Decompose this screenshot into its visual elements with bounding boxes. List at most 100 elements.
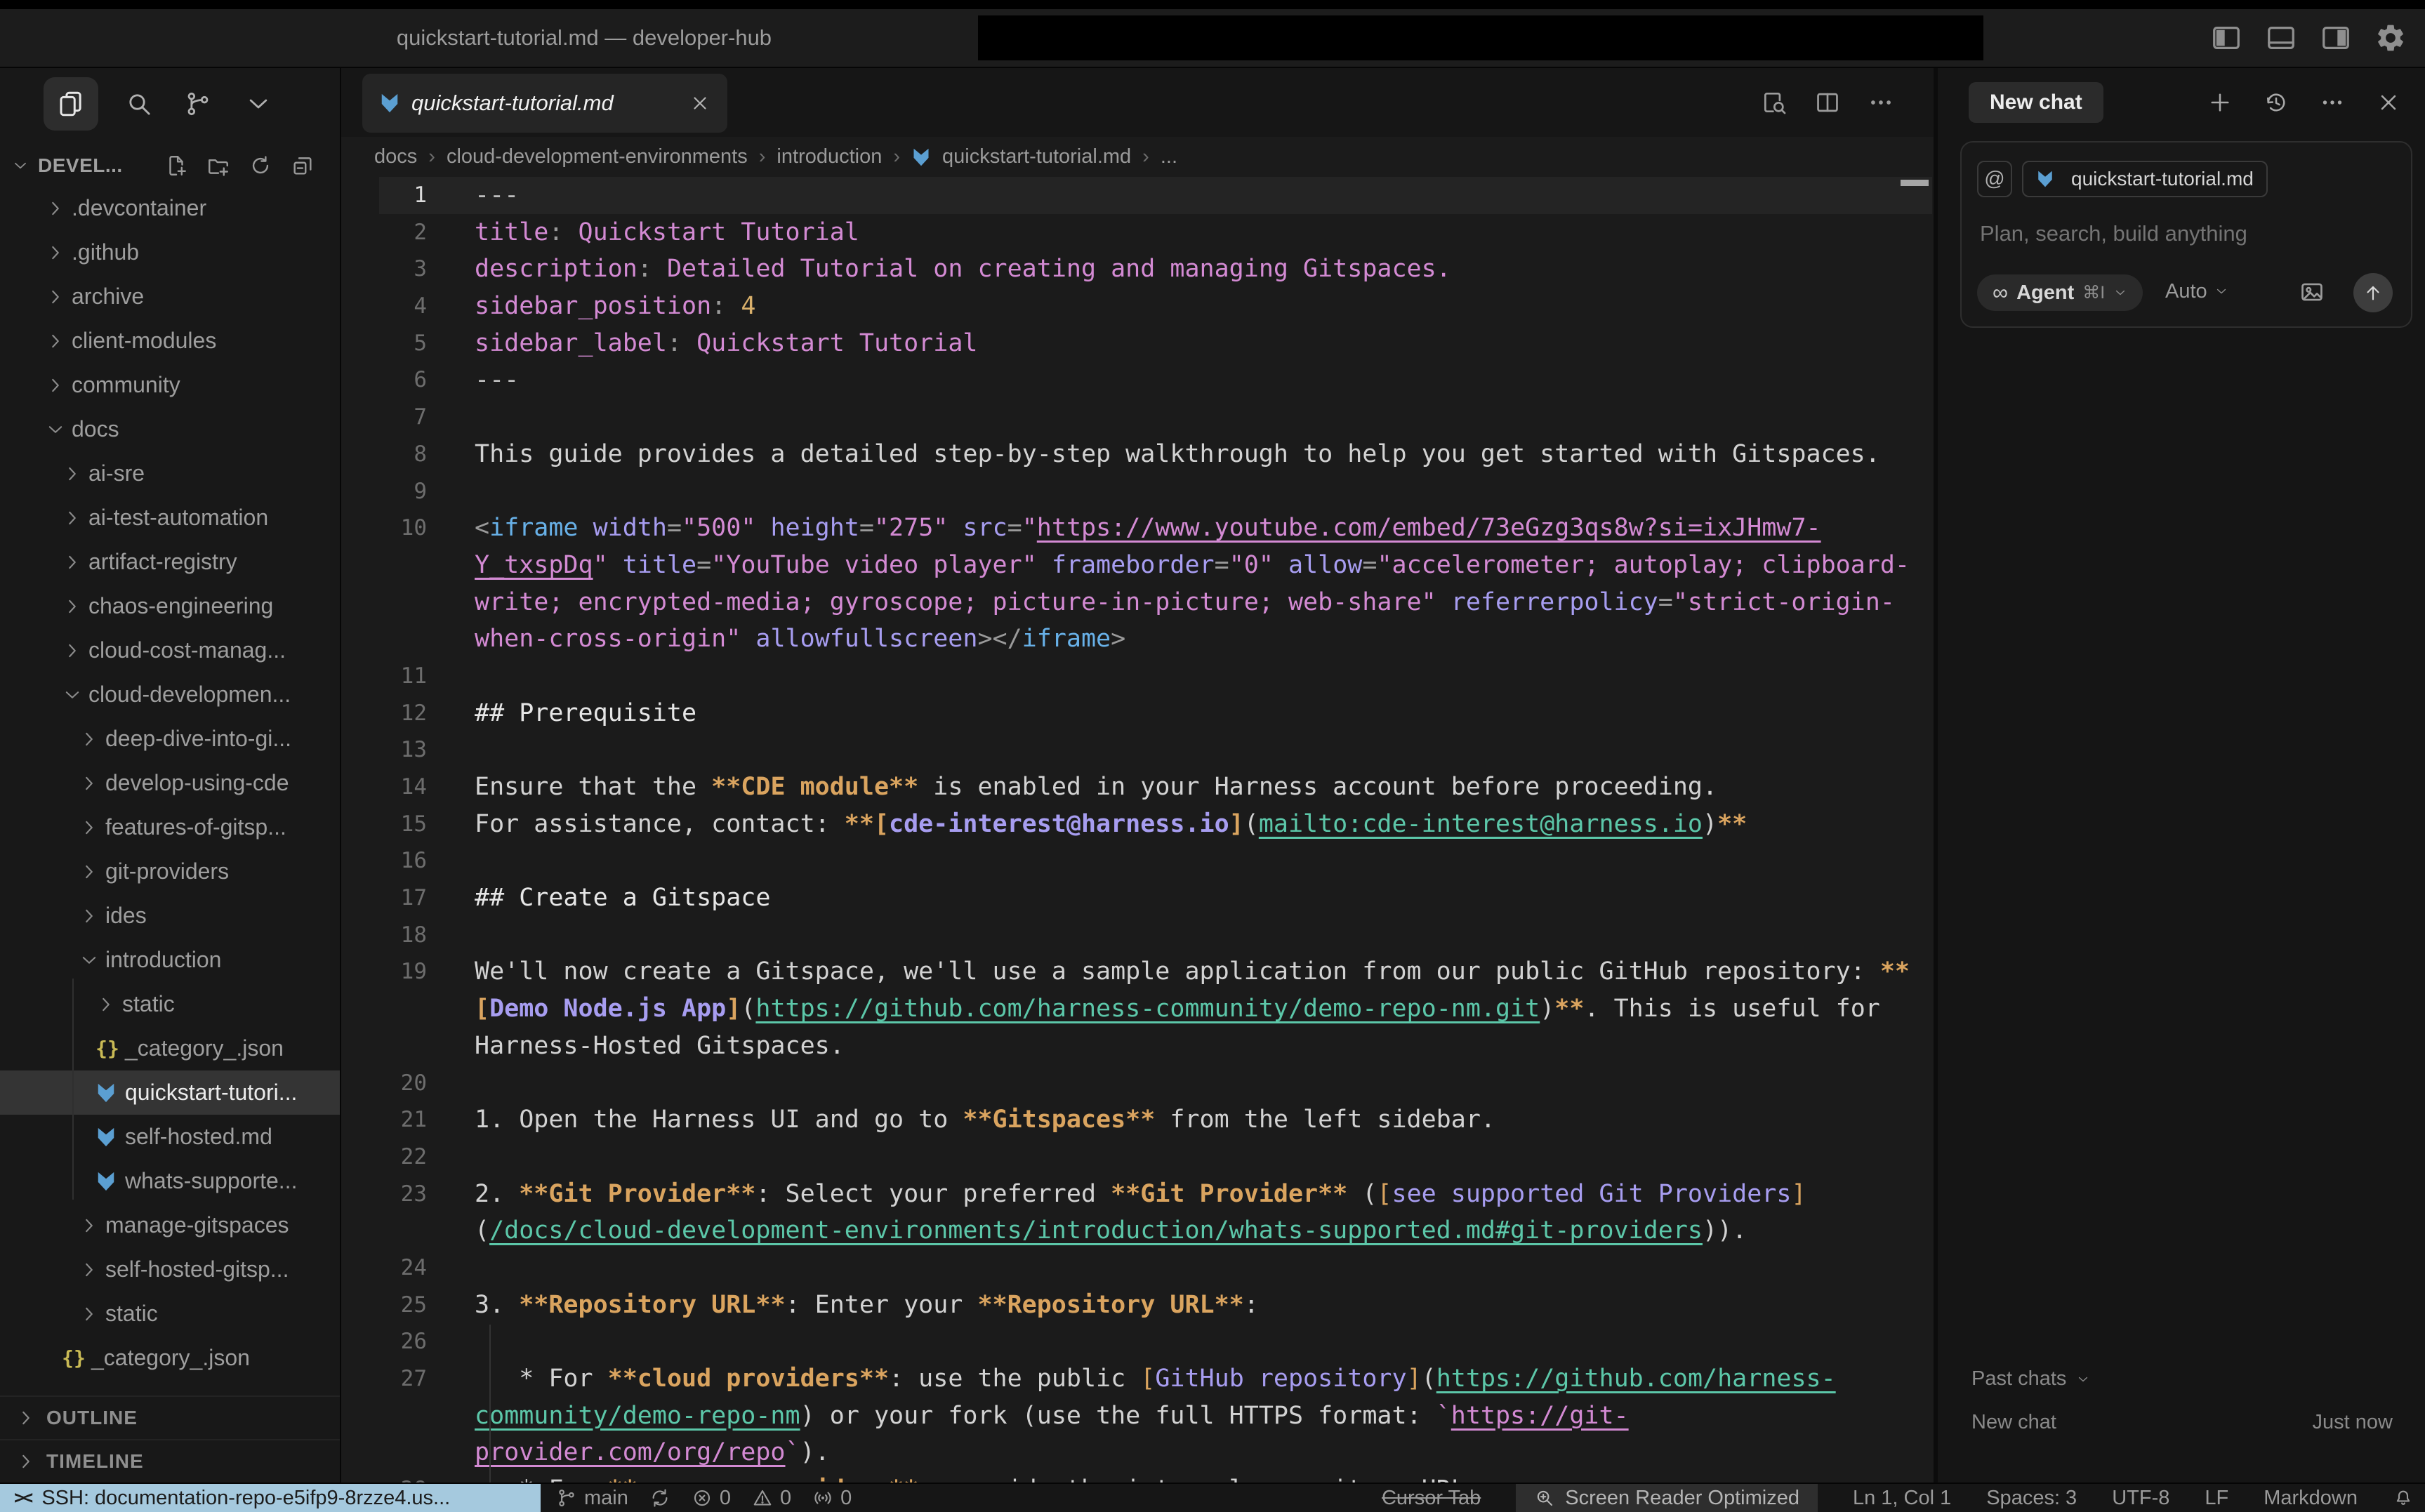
status-item-0[interactable]: 0 <box>752 1487 791 1510</box>
timeline-section[interactable]: TIMELINE <box>0 1439 340 1483</box>
breadcrumb-item[interactable]: cloud-development-environments <box>447 145 748 168</box>
code-line[interactable]: 6--- <box>341 362 1934 399</box>
tree-item-whats-supporte-[interactable]: whats-supporte... <box>0 1159 340 1203</box>
status-item-spaces-3[interactable]: Spaces: 3 <box>1986 1487 2077 1510</box>
more-actions-icon[interactable] <box>1868 89 1894 116</box>
code-line[interactable]: 8This guide provides a detailed step-by-… <box>341 436 1934 473</box>
tree-item-archive[interactable]: archive <box>0 274 340 319</box>
breadcrumb-item[interactable]: introduction <box>777 145 882 168</box>
tree-item-self-hosted-md[interactable]: self-hosted.md <box>0 1115 340 1159</box>
split-editor-icon[interactable] <box>1814 89 1841 116</box>
tree-item--category-json[interactable]: {}_category_.json <box>0 1336 340 1380</box>
send-button[interactable] <box>2353 273 2393 312</box>
breadcrumb-item[interactable]: ... <box>1161 145 1177 168</box>
status-item-ln-1-col-1[interactable]: Ln 1, Col 1 <box>1853 1487 1951 1510</box>
tree-item--category-json[interactable]: {}_category_.json <box>0 1026 340 1070</box>
code-line[interactable]: 11 <box>341 658 1934 695</box>
breadcrumb-item[interactable]: docs <box>374 145 417 168</box>
status-item-screen-reader-optimized[interactable]: Screen Reader Optimized <box>1516 1484 1818 1512</box>
code-line[interactable]: 12## Prerequisite <box>341 695 1934 732</box>
tree-item--github[interactable]: .github <box>0 230 340 274</box>
close-icon[interactable] <box>689 93 711 114</box>
tree-item-chaos-engineering[interactable]: chaos-engineering <box>0 584 340 628</box>
outline-section[interactable]: OUTLINE <box>0 1395 340 1439</box>
find-in-editor-icon[interactable] <box>1761 89 1788 116</box>
tree-item-static[interactable]: static <box>0 982 340 1026</box>
tree-item-client-modules[interactable]: client-modules <box>0 319 340 363</box>
tree-item-static[interactable]: static <box>0 1292 340 1336</box>
tree-item-ai-test-automation[interactable]: ai-test-automation <box>0 496 340 540</box>
code-line[interactable]: 211. Open the Harness UI and go to **Git… <box>341 1101 1934 1139</box>
status-item-sync[interactable] <box>649 1487 670 1508</box>
chat-history-item[interactable]: New chat Just now <box>1971 1411 2393 1434</box>
code-line[interactable]: Harness-Hosted Gitspaces. <box>341 1028 1934 1065</box>
new-file-icon[interactable] <box>164 154 188 178</box>
code-line[interactable]: community/demo-repo-nm) or your fork (us… <box>341 1398 1934 1435</box>
more-icon[interactable] <box>2320 90 2345 115</box>
tree-item-community[interactable]: community <box>0 363 340 407</box>
status-item-0[interactable]: 0 <box>812 1487 852 1510</box>
editor[interactable]: 1---2title: Quickstart Tutorial3descript… <box>341 177 1934 1483</box>
code-line[interactable]: 18 <box>341 917 1934 954</box>
tree-item-features-of-gitsp-[interactable]: features-of-gitsp... <box>0 805 340 849</box>
toggle-panel-icon[interactable] <box>2265 22 2297 54</box>
code-line[interactable]: provider.com/org/repo`). <box>341 1434 1934 1471</box>
model-selector[interactable]: Auto <box>2165 277 2228 305</box>
code-line[interactable]: 3description: Detailed Tutorial on creat… <box>341 251 1934 288</box>
history-icon[interactable] <box>2264 90 2289 115</box>
code-line[interactable]: 22 <box>341 1139 1934 1176</box>
tree-item-ai-sre[interactable]: ai-sre <box>0 451 340 496</box>
source-control-icon[interactable] <box>184 90 212 118</box>
code-line[interactable]: write; encrypted-media; gyroscope; pictu… <box>341 584 1934 621</box>
activity-explorer-button[interactable] <box>44 77 98 131</box>
attach-image-icon[interactable] <box>2299 279 2325 305</box>
tree-item--devcontainer[interactable]: .devcontainer <box>0 186 340 230</box>
code-line[interactable]: 13 <box>341 731 1934 769</box>
code-line[interactable]: 5sidebar_label: Quickstart Tutorial <box>341 325 1934 362</box>
code-line[interactable]: [Demo Node.js App](https://github.com/ha… <box>341 990 1934 1028</box>
scrollbar-thumb[interactable] <box>1901 180 1929 186</box>
code-line[interactable]: 15For assistance, contact: **[cde-intere… <box>341 806 1934 843</box>
tree-item-git-providers[interactable]: git-providers <box>0 849 340 894</box>
tree-item-quickstart-tutori-[interactable]: quickstart-tutori... <box>0 1070 340 1115</box>
status-item-lf[interactable]: LF <box>2205 1487 2228 1510</box>
status-item-main[interactable]: main <box>556 1487 628 1510</box>
tree-item-ides[interactable]: ides <box>0 894 340 938</box>
tree-item-docs[interactable]: docs <box>0 407 340 451</box>
status-item-bell[interactable] <box>2393 1487 2414 1508</box>
code-line[interactable]: 28 * For **on-prem providers**: provide … <box>341 1471 1934 1483</box>
code-line[interactable]: 24 <box>341 1249 1934 1287</box>
toggle-secondary-sidebar-icon[interactable] <box>2320 22 2352 54</box>
breadcrumb-item[interactable]: quickstart-tutorial.md <box>942 145 1131 168</box>
code-line[interactable]: (/docs/cloud-development-environments/in… <box>341 1212 1934 1249</box>
gear-icon[interactable] <box>2374 22 2407 54</box>
chat-tab[interactable]: New chat <box>1969 82 2103 123</box>
code-line[interactable]: 1--- <box>341 177 1934 214</box>
more-views-icon[interactable] <box>244 90 272 118</box>
remote-indicator[interactable]: >< SSH: documentation-repo-e5ifp9-8rzze4… <box>0 1484 541 1512</box>
tree-item-cloud-developmen-[interactable]: cloud-developmen... <box>0 672 340 717</box>
chat-input-card[interactable]: @ quickstart-tutorial.md Plan, search, b… <box>1960 141 2412 328</box>
code-line[interactable]: 232. **Git Provider**: Select your prefe… <box>341 1176 1934 1213</box>
tree-item-introduction[interactable]: introduction <box>0 938 340 982</box>
tree-item-manage-gitspaces[interactable]: manage-gitspaces <box>0 1203 340 1247</box>
tab-quickstart-tutorial[interactable]: quickstart-tutorial.md <box>362 74 727 133</box>
code-line[interactable]: Y_txspDq" title="YouTube video player" f… <box>341 547 1934 584</box>
status-item-cursor-tab[interactable]: Cursor Tab <box>1382 1487 1481 1510</box>
code-line[interactable]: 253. **Repository URL**: Enter your **Re… <box>341 1287 1934 1324</box>
code-line[interactable]: 14Ensure that the **CDE module** is enab… <box>341 769 1934 806</box>
add-context-button[interactable]: @ <box>1977 161 2012 197</box>
code-line[interactable]: 20 <box>341 1065 1934 1102</box>
tree-item-cloud-cost-manag-[interactable]: cloud-cost-manag... <box>0 628 340 672</box>
tree-item-deep-dive-into-gi-[interactable]: deep-dive-into-gi... <box>0 717 340 761</box>
past-chats-toggle[interactable]: Past chats <box>1971 1367 2090 1391</box>
code-line[interactable]: 16 <box>341 842 1934 880</box>
code-line[interactable]: 27 * For **cloud providers**: use the pu… <box>341 1360 1934 1398</box>
code-line[interactable]: 19We'll now create a Gitspace, we'll use… <box>341 953 1934 990</box>
code-line[interactable]: 2title: Quickstart Tutorial <box>341 214 1934 251</box>
code-line[interactable]: 4sidebar_position: 4 <box>341 288 1934 325</box>
tree-item-self-hosted-gitsp-[interactable]: self-hosted-gitsp... <box>0 1247 340 1292</box>
code-line[interactable]: 7 <box>341 399 1934 436</box>
code-line[interactable]: 17## Create a Gitspace <box>341 880 1934 917</box>
search-icon[interactable] <box>125 90 153 118</box>
